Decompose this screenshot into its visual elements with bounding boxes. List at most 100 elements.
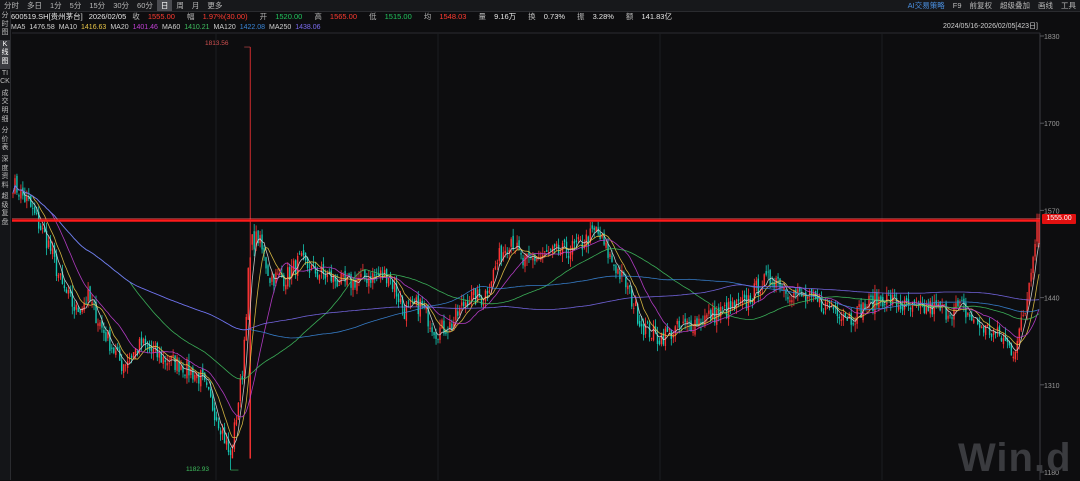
candle-body-508 [1016, 340, 1018, 354]
candle-body-344 [692, 331, 694, 333]
candle-body-0 [12, 192, 14, 194]
candle-body-103 [215, 417, 218, 421]
candle-body-33 [77, 307, 79, 312]
candle-body-154 [316, 271, 319, 278]
candle-body-236 [478, 288, 481, 298]
sidebar-item-3[interactable]: 成交明细 [0, 89, 10, 126]
candle-body-257 [520, 252, 522, 255]
candle-body-515 [1030, 272, 1032, 282]
candle-body-105 [219, 430, 222, 435]
candle-body-229 [465, 302, 467, 306]
sidebar-item-2[interactable]: TICK [0, 69, 10, 89]
period-tab-10[interactable]: 更多 [203, 0, 226, 11]
volume-value: 9.16万 [494, 12, 517, 21]
candle-body-484 [969, 314, 971, 317]
candle-body-394 [791, 300, 793, 303]
sidebar-item-6[interactable]: 超级复盘 [0, 192, 10, 229]
period-tab-7[interactable]: 日 [156, 0, 173, 11]
candle-body-478 [957, 300, 959, 307]
candle-body-252 [510, 238, 512, 247]
toolbar-button-0[interactable]: AI交易策略 [904, 0, 949, 11]
toolbar-button-4[interactable]: 画线 [1034, 0, 1057, 11]
toolbar-button-5[interactable]: 工具 [1057, 0, 1080, 11]
candle-body-155 [318, 275, 321, 281]
ma-label-3: MA60 [161, 23, 181, 31]
candle-body-2 [16, 175, 18, 193]
quote-date: 2026/02/05 [88, 12, 127, 21]
period-tab-0[interactable]: 分时 [0, 0, 23, 11]
candle-body-494 [988, 325, 991, 335]
candle-body-491 [982, 326, 985, 333]
candle-body-474 [949, 315, 951, 317]
candle-body-245 [496, 262, 499, 264]
candle-body-495 [990, 334, 993, 337]
toolbar-button-2[interactable]: 前复权 [966, 0, 997, 11]
candle-body-65 [140, 337, 143, 346]
sidebar-item-5[interactable]: 深度资料 [0, 155, 10, 192]
candle-body-507 [1014, 351, 1016, 360]
candle-body-285 [575, 240, 578, 242]
period-tab-6[interactable]: 60分 [133, 0, 157, 11]
candle-body-471 [943, 304, 945, 306]
candle-body-335 [674, 326, 676, 335]
candle-body-331 [666, 326, 669, 332]
period-tab-4[interactable]: 15分 [85, 0, 109, 11]
candle-body-89 [188, 361, 190, 376]
period-tab-1[interactable]: 多日 [23, 0, 46, 11]
price-tick-label-3: 1440 [1044, 296, 1060, 303]
period-tab-5[interactable]: 30分 [109, 0, 133, 11]
candle-body-146 [300, 252, 303, 257]
period-tab-9[interactable]: 月 [188, 0, 204, 11]
candle-body-143 [294, 260, 297, 275]
toolbar-button-1[interactable]: F9 [949, 1, 966, 10]
period-tab-8[interactable]: 周 [172, 0, 188, 11]
candle-body-162 [332, 274, 334, 283]
candle-body-373 [749, 295, 752, 304]
candle-body-307 [619, 271, 621, 280]
candle-body-428 [858, 304, 860, 307]
candle-body-117 [243, 339, 245, 377]
close-value: 1555.00 [147, 12, 175, 21]
ma-line-60 [12, 184, 1040, 380]
candle-body-336 [676, 320, 678, 325]
candle-body-198 [403, 308, 406, 319]
candle-body-318 [640, 323, 643, 327]
candle-body-121 [251, 234, 253, 245]
candle-body-514 [1028, 282, 1030, 302]
candle-body-32 [75, 304, 77, 310]
candle-body-142 [293, 260, 295, 270]
sidebar-item-1[interactable]: K线图 [0, 39, 10, 69]
candle-body-353 [710, 309, 712, 321]
candle-body-360 [723, 305, 726, 307]
candle-body-493 [986, 324, 989, 326]
candle-body-38 [87, 289, 89, 302]
toolbar-button-3[interactable]: 超级叠加 [996, 0, 1034, 11]
quote-info-row: 600519.SH[贵州茅台] 2026/02/05 收 1555.00 幅 1… [11, 11, 684, 22]
candle-body-359 [722, 307, 724, 309]
candle-body-10 [32, 208, 34, 210]
period-tab-2[interactable]: 1分 [46, 0, 66, 11]
candle-body-60 [130, 355, 133, 358]
candle-body-345 [694, 319, 696, 335]
period-tab-3[interactable]: 5分 [66, 0, 86, 11]
candle-body-263 [532, 257, 534, 261]
candle-body-434 [870, 295, 872, 298]
price-tick-label-0: 1830 [1044, 34, 1060, 41]
candle-body-95 [200, 370, 202, 387]
kline-chart[interactable]: 183017001570144013101180 [0, 0, 1080, 480]
candle-body-393 [789, 300, 791, 302]
candle-body-276 [557, 244, 560, 254]
candle-body-293 [591, 225, 593, 229]
ma-label-4: MA120 [213, 23, 236, 31]
candle-body-324 [652, 326, 655, 341]
candle-body-11 [34, 206, 36, 214]
candle-body-321 [646, 321, 649, 323]
sidebar-item-0[interactable]: 分时图 [0, 11, 10, 40]
candle-body-159 [326, 274, 329, 278]
candle-body-412 [826, 303, 829, 305]
candle-body-193 [393, 283, 396, 292]
low-value: 1515.00 [384, 12, 412, 21]
candle-body-37 [85, 302, 87, 304]
sidebar-item-4[interactable]: 分价表 [0, 126, 10, 155]
ma-line-5 [12, 184, 1040, 450]
